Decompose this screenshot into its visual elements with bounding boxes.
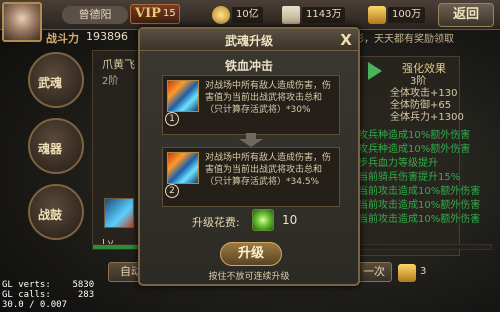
nav-spirit-button[interactable]: 武魂 [28, 52, 84, 108]
game-screen: 曾德阳 VIP 15 10亿 1143万 100万 返回 战斗力 193896 … [0, 0, 500, 312]
jade-icon [252, 209, 274, 231]
skill-level-number: 1 [165, 112, 179, 126]
effect-line: 攻兵种造成10%额外伤害 [358, 130, 471, 141]
cost-value: 10 [282, 213, 298, 227]
vip-badge[interactable]: VIP 15 [130, 4, 180, 24]
skill-thumbnail-icon[interactable] [104, 198, 134, 228]
skill-description: 对战场中所有敌人造成伤害，伤害值为当前出战武将攻击总和（只计算存活武将）*30% [205, 81, 332, 115]
effect-line: 攻兵种造成10%额外伤害 [358, 144, 471, 155]
vip-level: 15 [163, 8, 176, 19]
coin-icon [212, 6, 230, 24]
scroll-icon [282, 6, 300, 24]
player-avatar[interactable] [2, 2, 42, 42]
current-skill-box: 1 对战场中所有敌人造成伤害，伤害值为当前出战武将攻击总和（只计算存活武将）*3… [162, 75, 340, 135]
skill-description: 对战场中所有敌人造成伤害，伤害值为当前出战武将攻击总和（只计算存活武将）*34.… [205, 153, 332, 187]
enhance-line: 全体兵力+1300 [390, 112, 464, 123]
effect-line: 步兵血力等级提升 [358, 158, 438, 169]
arrow-right-icon [368, 62, 382, 80]
cost-count: 3 [420, 266, 427, 277]
power-label: 战斗力 [46, 32, 79, 45]
effect-line: 当前攻击造成10%额外伤害 [358, 200, 481, 211]
character-name: 爪黄飞 [102, 58, 135, 71]
character-level: 2阶 [102, 76, 119, 87]
coin-value: 10亿 [232, 7, 263, 23]
upgrade-dialog: 武魂升级 X 铁血冲击 1 对战场中所有敌人造成伤害，伤害值为当前出战武将攻击总… [138, 27, 360, 286]
effect-line: 当前骑兵伤害提升15% [358, 172, 461, 183]
nav-spirit-label: 武魂 [38, 76, 63, 90]
ingot-icon [368, 6, 386, 24]
player-name: 曾德阳 [62, 6, 128, 24]
skill-name: 铁血冲击 [224, 59, 273, 73]
close-icon[interactable]: X [336, 30, 356, 50]
nav-artifact-label: 魂器 [38, 142, 63, 156]
effect-line: 当前攻击造成10%额外伤害 [358, 214, 481, 225]
scroll-resource[interactable]: 1143万 [282, 5, 356, 25]
dialog-header: 武魂升级 X [140, 29, 358, 51]
ingot-resource[interactable]: 100万 [368, 5, 430, 25]
effect-line: 当前攻击造成10%额外伤害 [358, 186, 481, 197]
once-button[interactable]: 一次 [356, 262, 392, 282]
arrow-down-icon [239, 133, 263, 147]
nav-artifact-button[interactable]: 魂器 [28, 118, 84, 174]
coin-resource[interactable]: 10亿 [212, 5, 274, 25]
nav-drum-label: 战鼓 [38, 208, 63, 222]
skill-icon [167, 152, 199, 184]
next-skill-box: 2 对战场中所有敌人造成伤害，伤害值为当前出战武将攻击总和（只计算存活武将）*3… [162, 147, 340, 207]
back-button[interactable]: 返回 [438, 3, 494, 27]
debug-verts: GL verts: 5830 [2, 280, 95, 290]
vip-label: VIP [135, 6, 161, 21]
ingot-icon [398, 264, 416, 282]
scroll-value: 1143万 [302, 7, 346, 23]
cost-label: 升级花费: [192, 216, 240, 229]
dialog-title: 武魂升级 [224, 34, 273, 48]
skill-level-number: 2 [165, 184, 179, 198]
ingot-value: 100万 [388, 7, 426, 23]
marquee-text: 影，天天都有奖励领取 [354, 34, 454, 45]
skill-icon [167, 80, 199, 112]
upgrade-button[interactable]: 升级 [220, 242, 282, 266]
debug-fps: 30.0 / 0.007 [2, 300, 68, 310]
power-value: 193896 [86, 30, 128, 43]
debug-calls: GL calls: 283 [2, 290, 95, 300]
top-bar: 曾德阳 VIP 15 10亿 1143万 100万 返回 [0, 0, 500, 42]
hold-hint: 按住不放可连续升级 [208, 272, 290, 282]
nav-drum-button[interactable]: 战鼓 [28, 184, 84, 240]
